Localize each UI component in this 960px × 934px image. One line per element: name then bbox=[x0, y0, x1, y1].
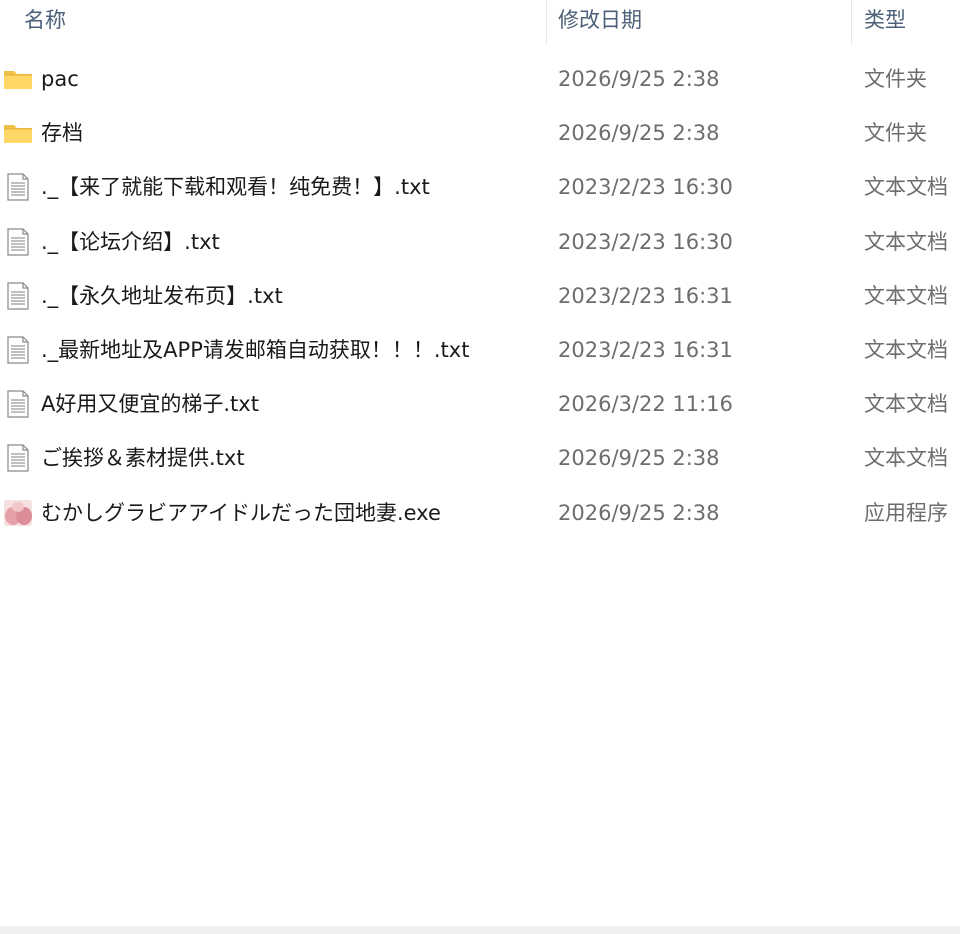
file-type: 文本文档 bbox=[864, 175, 948, 200]
file-name: ._【来了就能下载和观看！纯免费！】.txt bbox=[41, 175, 430, 200]
file-list: pac 2026/9/25 2:38 文件夹 存档 2026/9/25 2:38… bbox=[0, 52, 960, 540]
file-type: 文件夹 bbox=[864, 121, 927, 146]
file-name: ご挨拶＆素材提供.txt bbox=[41, 446, 245, 471]
file-name: A好用又便宜的梯子.txt bbox=[41, 392, 259, 417]
file-row[interactable]: A好用又便宜的梯子.txt 2026/3/22 11:16 文本文档 bbox=[0, 377, 960, 431]
file-date: 2026/9/25 2:38 bbox=[558, 121, 720, 146]
text-file-icon bbox=[3, 281, 33, 311]
text-file-icon bbox=[3, 335, 33, 365]
file-date: 2026/9/25 2:38 bbox=[558, 500, 720, 525]
file-date: 2023/2/23 16:31 bbox=[558, 283, 733, 308]
text-file-icon bbox=[3, 227, 33, 257]
column-header-name[interactable]: 名称 bbox=[24, 0, 544, 44]
column-header-bar: 名称 修改日期 类型 bbox=[0, 0, 960, 44]
file-row[interactable]: ご挨拶＆素材提供.txt 2026/9/25 2:38 文本文档 bbox=[0, 431, 960, 485]
column-divider[interactable] bbox=[546, 0, 547, 44]
file-name: pac bbox=[41, 67, 79, 91]
file-date: 2026/9/25 2:38 bbox=[558, 446, 720, 471]
file-name: ._【永久地址发布页】.txt bbox=[41, 283, 283, 308]
application-icon bbox=[3, 498, 33, 528]
file-date: 2023/2/23 16:31 bbox=[558, 337, 733, 362]
file-row[interactable]: むかしグラビアアイドルだった団地妻.exe 2026/9/25 2:38 应用程… bbox=[0, 486, 960, 540]
file-row[interactable]: ._【论坛介绍】.txt 2023/2/23 16:30 文本文档 bbox=[0, 215, 960, 269]
folder-icon bbox=[3, 118, 33, 148]
file-date: 2023/2/23 16:30 bbox=[558, 175, 733, 200]
column-header-type[interactable]: 类型 bbox=[864, 0, 960, 44]
file-row[interactable]: ._最新地址及APP请发邮箱自动获取！！！.txt 2023/2/23 16:3… bbox=[0, 323, 960, 377]
file-type: 文本文档 bbox=[864, 392, 948, 417]
file-type: 文件夹 bbox=[864, 67, 927, 91]
file-row[interactable]: 存档 2026/9/25 2:38 文件夹 bbox=[0, 106, 960, 160]
column-divider[interactable] bbox=[851, 0, 852, 44]
file-row[interactable]: ._【来了就能下载和观看！纯免费！】.txt 2023/2/23 16:30 文… bbox=[0, 160, 960, 214]
file-type: 文本文档 bbox=[864, 337, 948, 362]
file-explorer-window: 名称 修改日期 类型 pac 2026/9/25 2:38 文件夹 存档 202… bbox=[0, 0, 960, 934]
file-type: 应用程序 bbox=[864, 500, 948, 525]
file-name: むかしグラビアアイドルだった団地妻.exe bbox=[41, 500, 441, 525]
file-name: ._【论坛介绍】.txt bbox=[41, 229, 220, 254]
file-date: 2023/2/23 16:30 bbox=[558, 229, 733, 254]
file-type: 文本文档 bbox=[864, 446, 948, 471]
text-file-icon bbox=[3, 389, 33, 419]
file-name: 存档 bbox=[41, 121, 83, 146]
text-file-icon bbox=[3, 172, 33, 202]
file-date: 2026/3/22 11:16 bbox=[558, 392, 733, 417]
file-row[interactable]: ._【永久地址发布页】.txt 2023/2/23 16:31 文本文档 bbox=[0, 269, 960, 323]
horizontal-scrollbar[interactable] bbox=[0, 926, 960, 934]
file-type: 文本文档 bbox=[864, 229, 948, 254]
text-file-icon bbox=[3, 443, 33, 473]
file-date: 2026/9/25 2:38 bbox=[558, 67, 720, 91]
column-header-date[interactable]: 修改日期 bbox=[558, 0, 848, 44]
file-row[interactable]: pac 2026/9/25 2:38 文件夹 bbox=[0, 52, 960, 106]
file-name: ._最新地址及APP请发邮箱自动获取！！！.txt bbox=[41, 337, 470, 362]
folder-icon bbox=[3, 64, 33, 94]
file-type: 文本文档 bbox=[864, 283, 948, 308]
